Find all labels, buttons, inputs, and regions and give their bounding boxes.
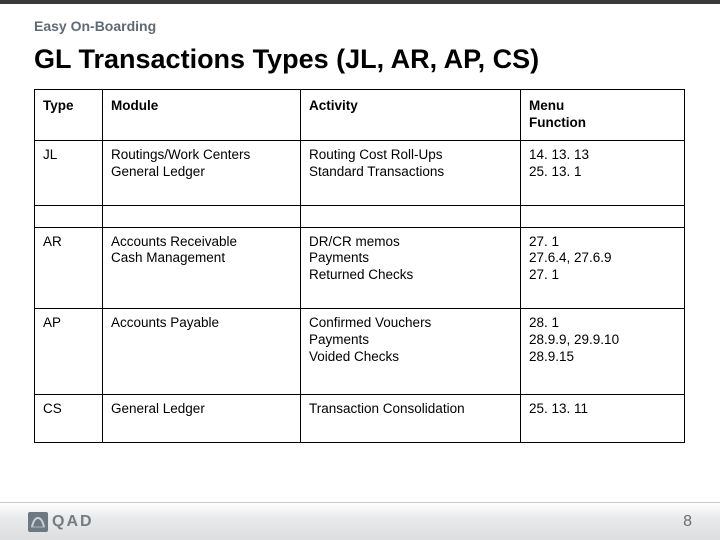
cell-empty [103,205,301,227]
cell-menu: 25. 13. 11 [521,394,685,442]
cell-menu: 28. 1 28.9.9, 29.9.10 28.9.15 [521,309,685,395]
cell-empty [301,205,521,227]
col-header-type: Type [35,90,103,141]
col-header-module: Module [103,90,301,141]
cell-module: General Ledger [103,394,301,442]
cell-empty [521,205,685,227]
cell-type: AR [35,227,103,309]
page-title: GL Transactions Types (JL, AR, AP, CS) [34,44,692,75]
gl-transactions-table: Type Module Activity Menu Function JL Ro… [34,89,685,443]
page-number: 8 [683,513,692,531]
cell-activity: Confirmed Vouchers Payments Voided Check… [301,309,521,395]
slide-content: Easy On-Boarding GL Transactions Types (… [0,4,720,443]
table-row-spacer [35,205,685,227]
cell-type: AP [35,309,103,395]
cell-empty [35,205,103,227]
footer-bar: QAD 8 [0,502,720,540]
brand-name: QAD [52,513,94,531]
cell-type: JL [35,140,103,205]
cell-menu: 14. 13. 13 25. 13. 1 [521,140,685,205]
table-row: JL Routings/Work Centers General Ledger … [35,140,685,205]
cell-module: Accounts Receivable Cash Management [103,227,301,309]
col-header-menu-function: Menu Function [521,90,685,141]
cell-module: Routings/Work Centers General Ledger [103,140,301,205]
brand-logo: QAD [28,512,94,532]
cell-type: CS [35,394,103,442]
cell-activity: Routing Cost Roll-Ups Standard Transacti… [301,140,521,205]
cell-module: Accounts Payable [103,309,301,395]
table-row: CS General Ledger Transaction Consolidat… [35,394,685,442]
cell-activity: Transaction Consolidation [301,394,521,442]
eyebrow-label: Easy On-Boarding [34,18,692,34]
table-row: AR Accounts Receivable Cash Management D… [35,227,685,309]
cell-menu: 27. 1 27.6.4, 27.6.9 27. 1 [521,227,685,309]
table-header-row: Type Module Activity Menu Function [35,90,685,141]
qad-logo-icon [28,512,48,532]
col-header-activity: Activity [301,90,521,141]
cell-activity: DR/CR memos Payments Returned Checks [301,227,521,309]
table-row: AP Accounts Payable Confirmed Vouchers P… [35,309,685,395]
